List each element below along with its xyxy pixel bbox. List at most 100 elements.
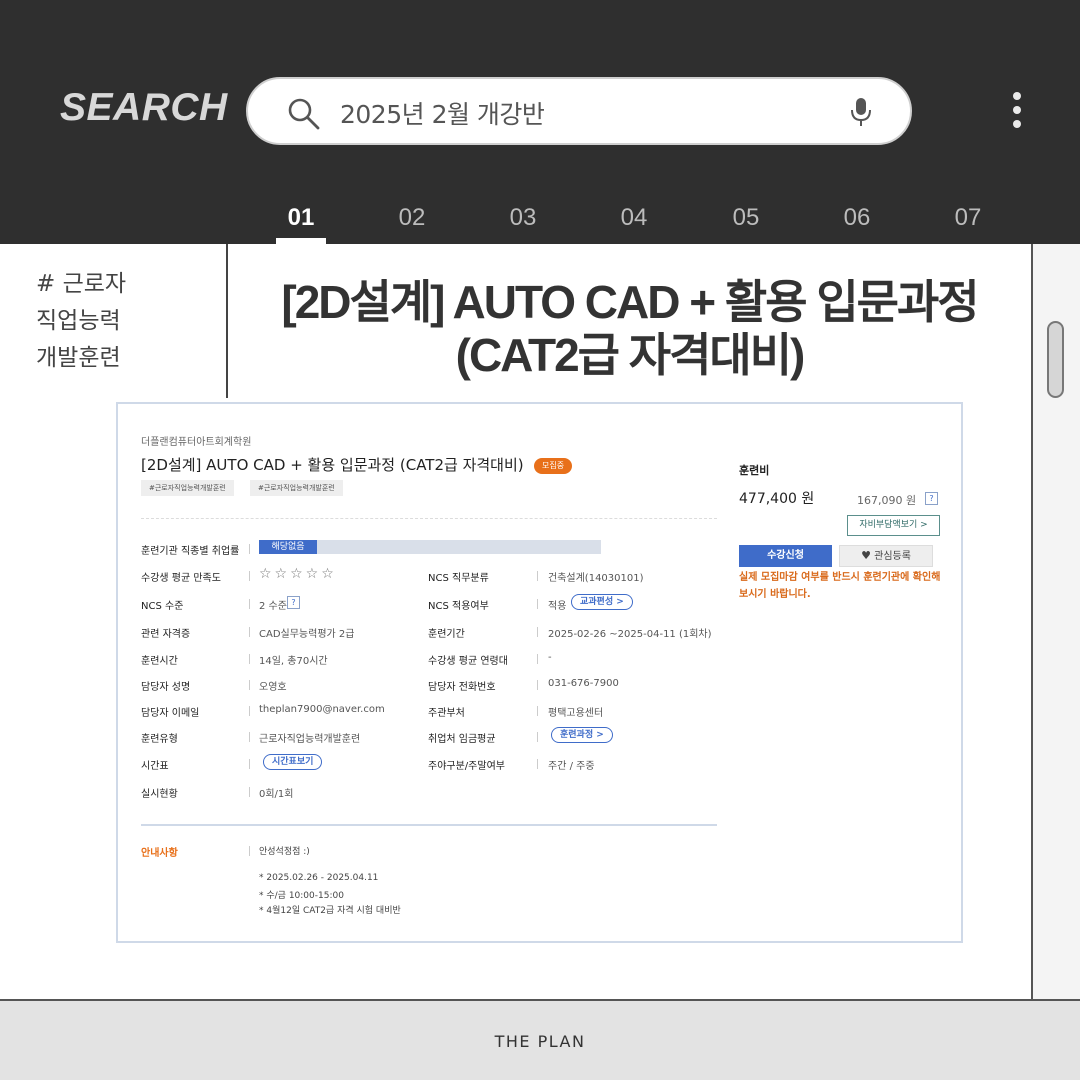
page-title-line: (CAT2급 자격대비) xyxy=(455,329,806,381)
run-status-label: 실시현황 xyxy=(141,789,178,800)
search-query-text: 2025년 2월 개강반 xyxy=(340,100,545,129)
more-options-icon[interactable] xyxy=(1008,92,1026,132)
tab-04[interactable]: 04 xyxy=(604,204,664,232)
institution-name: 더플랜컴퓨터아트회계학원 xyxy=(141,437,252,448)
period-value: 2025-02-26 ~2025-04-11 (1회차) xyxy=(548,629,712,640)
tab-03[interactable]: 03 xyxy=(493,204,553,232)
timetable-button[interactable]: 시간표보기 xyxy=(263,754,323,770)
category-tag-line: 직업능력 xyxy=(36,308,121,334)
separator xyxy=(537,680,538,690)
day-night-value: 주간 / 주중 xyxy=(548,761,595,772)
separator xyxy=(537,627,538,637)
phone-label: 담당자 전화번호 xyxy=(428,682,496,693)
period-label: 훈련기간 xyxy=(428,629,465,640)
separator xyxy=(537,654,538,664)
self-pay-amount: 167,090 원 xyxy=(857,494,917,507)
tab-06[interactable]: 06 xyxy=(827,204,887,232)
category-tag: # 근로자 직업능력 개발훈련 xyxy=(36,266,126,377)
separator xyxy=(537,732,538,742)
separator xyxy=(249,654,250,664)
separator xyxy=(249,571,250,581)
manager-label: 담당자 성명 xyxy=(141,682,191,693)
ncs-apply-label: NCS 적용여부 xyxy=(428,601,489,612)
notice-line: * 2025.02.26 - 2025.04.11 xyxy=(259,873,379,883)
tab-02[interactable]: 02 xyxy=(382,204,442,232)
separator xyxy=(249,846,250,856)
tab-bar: 01 02 03 04 05 06 07 xyxy=(0,200,1080,244)
hashtag-chip[interactable]: #근로자직업능력개발훈련 xyxy=(141,480,234,496)
tab-05[interactable]: 05 xyxy=(716,204,776,232)
department-label: 주관부처 xyxy=(428,708,465,719)
heart-icon: ♥ xyxy=(861,549,871,562)
ncs-class-label: NCS 직무분류 xyxy=(428,573,489,584)
ncs-level-value: 2 수준 xyxy=(259,601,287,612)
status-badge: 모집중 xyxy=(534,458,573,474)
day-night-label: 주야구분/주말여부 xyxy=(428,761,505,772)
separator xyxy=(537,759,538,769)
separator xyxy=(249,787,250,797)
employment-rate-label: 훈련기관 직종별 취업률 xyxy=(141,546,240,557)
notice-line: * 4월12일 CAT2급 자격 시험 대비반 xyxy=(259,906,401,916)
ncs-apply-value: 적용 xyxy=(548,601,567,612)
training-course-button[interactable]: 훈련과정 > xyxy=(551,727,613,743)
separator xyxy=(537,599,538,609)
apply-button[interactable]: 수강신청 xyxy=(739,545,832,567)
training-type-label: 훈련유형 xyxy=(141,734,178,745)
divider xyxy=(141,518,717,519)
phone-value: 031-676-7900 xyxy=(548,678,619,689)
separator xyxy=(249,627,250,637)
scrollbar-thumb[interactable] xyxy=(1047,321,1064,398)
hours-label: 훈련시간 xyxy=(141,656,178,667)
certificate-label: 관련 자격증 xyxy=(141,629,191,640)
search-input[interactable]: 2025년 2월 개강반 xyxy=(246,77,912,145)
course-detail-card: 더플랜컴퓨터아트회계학원 [2D설계] AUTO CAD + 활용 입문과정 (… xyxy=(116,402,963,943)
separator xyxy=(249,544,250,554)
rating-stars: ☆☆☆☆☆ xyxy=(259,566,337,582)
search-icon xyxy=(286,96,322,136)
separator xyxy=(249,706,250,716)
department-value: 평택고용센터 xyxy=(548,708,604,719)
tab-01[interactable]: 01 xyxy=(271,204,331,232)
category-tag-line: 개발훈련 xyxy=(36,345,121,371)
separator xyxy=(249,680,250,690)
email-value: theplan7900@naver.com xyxy=(259,704,385,715)
curriculum-button[interactable]: 교과편성 > xyxy=(571,594,633,610)
hashtag-chip[interactable]: #근로자직업능력개발훈련 xyxy=(250,480,343,496)
email-label: 담당자 이메일 xyxy=(141,708,200,719)
notice-line: * 수/금 10:00-15:00 xyxy=(259,891,344,901)
schedule-label: 시간표 xyxy=(141,761,169,772)
training-type-value: 근로자직업능력개발훈련 xyxy=(259,734,361,745)
separator xyxy=(537,571,538,581)
microphone-icon[interactable] xyxy=(850,96,872,132)
category-tag-line: # 근로자 xyxy=(36,271,127,297)
hours-value: 14일, 총70시간 xyxy=(259,656,328,667)
run-status-value: 0회/1회 xyxy=(259,789,294,800)
ncs-level-label: NCS 수준 xyxy=(141,601,184,612)
section-divider xyxy=(141,824,717,826)
notice-label: 안내사항 xyxy=(141,848,178,859)
help-icon[interactable]: ? xyxy=(287,596,300,609)
search-heading: SEARCH xyxy=(60,86,228,129)
separator xyxy=(249,599,250,609)
footer-brand: THE PLAN xyxy=(494,1032,586,1051)
certificate-value: CAD실무능력평가 2급 xyxy=(259,629,355,640)
age-label: 수강생 평균 연령대 xyxy=(428,656,508,667)
wage-label: 취업처 임금평균 xyxy=(428,734,496,745)
age-value: - xyxy=(548,652,552,663)
wishlist-label: 관심등록 xyxy=(874,551,911,562)
satisfaction-label: 수강생 평균 만족도 xyxy=(141,573,221,584)
separator xyxy=(249,732,250,742)
ncs-class-value: 건축설계(14030101) xyxy=(548,573,644,584)
manager-value: 오영호 xyxy=(259,682,287,693)
active-tab-indicator xyxy=(276,238,326,244)
page-title-line: [2D설계] AUTO CAD + 활용 입문과정 xyxy=(281,276,979,328)
separator xyxy=(249,759,250,769)
fee-label: 훈련비 xyxy=(739,464,770,477)
self-pay-button[interactable]: 자비부담액보기 > xyxy=(847,515,940,536)
tab-07[interactable]: 07 xyxy=(938,204,998,232)
fee-amount: 477,400 원 xyxy=(739,491,815,507)
wishlist-button[interactable]: ♥ 관심등록 xyxy=(839,545,933,567)
help-icon[interactable]: ? xyxy=(925,492,938,505)
course-title: [2D설계] AUTO CAD + 활용 입문과정 (CAT2급 자격대비) xyxy=(141,456,524,474)
deadline-warning: 실제 모집마감 여부를 반드시 훈련기관에 확인해보시기 바랍니다. xyxy=(739,572,941,600)
